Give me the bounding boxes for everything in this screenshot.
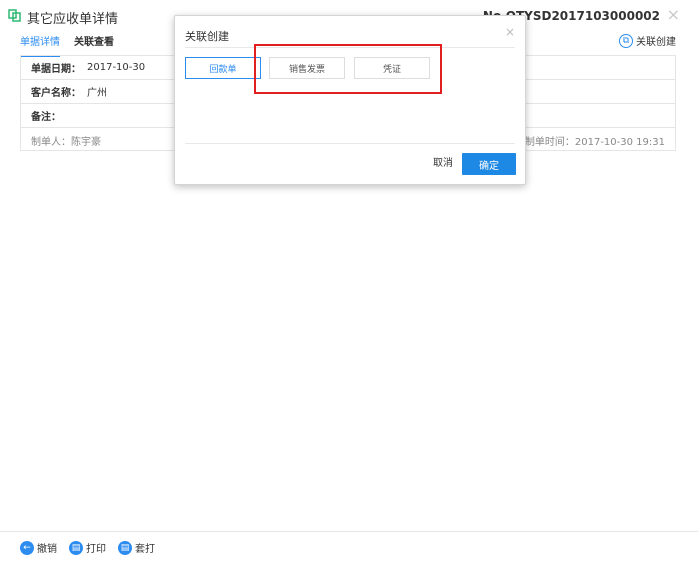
page-title: 其它应收单详情 [27,11,119,27]
print-button[interactable]: ▤ 打印 [69,540,106,555]
modal-divider-bottom [185,143,515,144]
linked-create-label: 关联创建 [636,37,676,48]
tab-document-details[interactable]: 单据详情 [20,33,60,57]
template-print-button[interactable]: ▤ 套打 [118,540,155,555]
undo-icon: ← [20,540,34,555]
confirm-button[interactable]: 确定 [462,153,516,175]
bottom-divider [0,531,698,532]
undo-label: 撤销 [37,544,57,555]
page-header: 其它应收单详情 [8,8,119,27]
cancel-button[interactable]: 取消 [433,153,453,175]
template-print-icon: ▤ [118,540,132,555]
remark-label: 备注： [31,112,61,123]
customer-value: 广州 [87,88,107,99]
option-payment-receipt[interactable]: 回款单 [185,57,261,79]
date-label: 单据日期： [31,64,81,75]
close-icon[interactable]: × [667,6,680,24]
linked-create-button[interactable]: ⧉ 关联创建 [619,33,676,48]
creator-text: 制单人：陈宇豪 [31,136,101,148]
date-value: 2017-10-30 [87,62,146,73]
highlight-box [254,44,442,94]
undo-button[interactable]: ← 撤销 [20,540,57,555]
link-create-icon: ⧉ [619,33,633,48]
tab-linked-view[interactable]: 关联查看 [74,33,114,57]
tab-bar: 单据详情 关联查看 [20,33,114,57]
modal-close-icon[interactable]: × [505,25,515,39]
created-time-text: 制单时间：2017-10-30 19:31 [524,136,665,148]
print-icon: ▤ [69,540,83,555]
customer-label: 客户名称： [31,88,81,99]
print-label: 打印 [86,544,106,555]
template-print-label: 套打 [135,544,155,555]
bottom-toolbar: ← 撤销 ▤ 打印 ▤ 套打 [20,540,155,555]
document-link-icon [8,9,21,25]
modal-title: 关联创建 [185,30,229,43]
linked-create-modal: 关联创建 × 回款单 销售发票 凭证 取消 确定 [174,15,526,185]
